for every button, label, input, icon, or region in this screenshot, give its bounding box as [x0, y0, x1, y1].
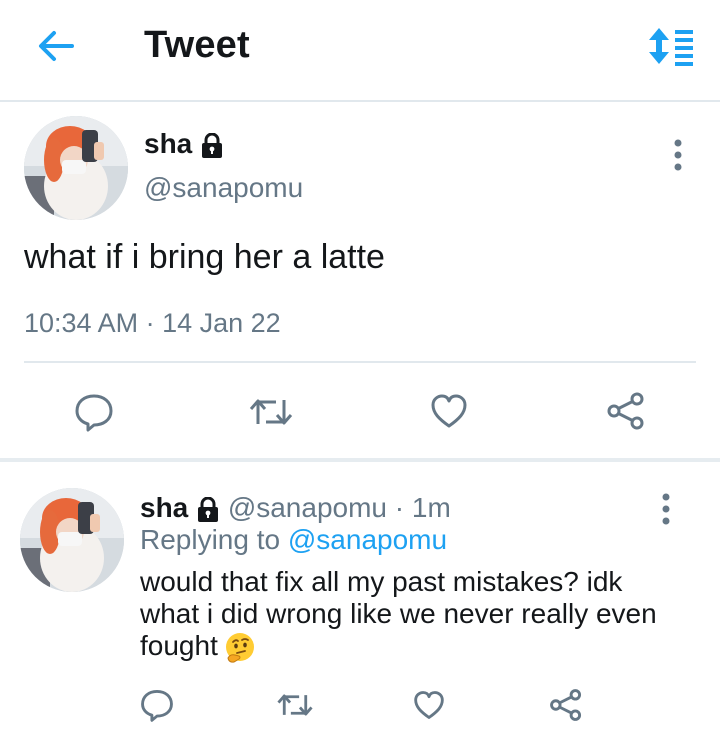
top-app-bar: Tweet: [0, 0, 720, 102]
reply-icon[interactable]: [140, 688, 174, 722]
author-name[interactable]: sha: [144, 128, 224, 160]
replying-to-mention[interactable]: @sanapomu: [288, 524, 447, 555]
reply-icon[interactable]: [74, 392, 114, 432]
reply-text-body: would that fix all my past mistakes? idk…: [140, 566, 657, 661]
tweet-text: what if i bring her a latte: [24, 238, 385, 276]
author-name-text[interactable]: sha: [144, 128, 192, 159]
share-icon[interactable]: [549, 688, 583, 722]
lock-icon: [198, 496, 219, 522]
arrow-left-icon[interactable]: [36, 28, 76, 64]
replying-to: Replying to @sanapomu: [140, 524, 447, 556]
share-icon[interactable]: [606, 391, 646, 431]
more-options-icon[interactable]: [672, 138, 684, 172]
reply-header: sha @sanapomu · 1m: [140, 492, 451, 524]
tweet-timestamp[interactable]: 10:34 AM · 14 Jan 22: [24, 308, 281, 339]
page-title: Tweet: [144, 24, 250, 66]
more-options-icon[interactable]: [660, 492, 672, 526]
reply-author-name[interactable]: sha: [140, 492, 188, 523]
sort-list-icon[interactable]: [646, 26, 696, 66]
divider: [24, 361, 696, 363]
reply-tweet-text: would that fix all my past mistakes? idk…: [140, 566, 680, 664]
section-divider: [0, 458, 720, 462]
retweet-icon[interactable]: [276, 690, 314, 720]
like-icon[interactable]: [413, 690, 445, 720]
reply-handle-time[interactable]: @sanapomu · 1m: [228, 492, 451, 523]
author-avatar[interactable]: [24, 116, 128, 220]
replying-to-label: Replying to: [140, 524, 281, 555]
author-handle[interactable]: @sanapomu: [144, 172, 303, 204]
thinking-face-emoji: [225, 632, 254, 663]
reply-author-avatar[interactable]: [20, 488, 124, 592]
retweet-icon[interactable]: [248, 394, 294, 430]
like-icon[interactable]: [430, 393, 468, 429]
lock-icon: [202, 132, 223, 158]
